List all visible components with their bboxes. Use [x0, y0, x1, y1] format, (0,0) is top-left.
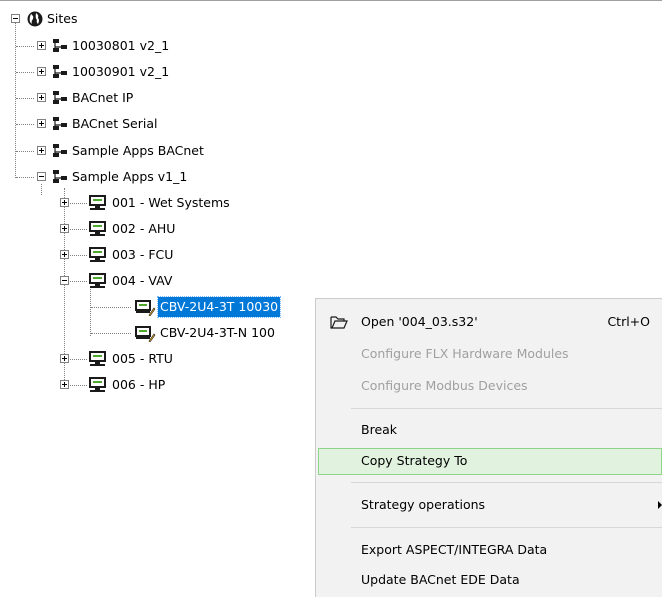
tree-connector — [91, 307, 131, 308]
controller-icon — [89, 247, 106, 262]
tree-connector — [16, 151, 34, 152]
submenu-arrow-icon — [658, 501, 662, 509]
strategy-edit-icon — [135, 326, 156, 342]
tree-node-strategy[interactable]: CBV-2U4-3T-N 100 — [0, 322, 320, 344]
tree-connector — [16, 177, 34, 178]
network-icon — [53, 39, 67, 52]
menu-separator — [351, 527, 662, 528]
tree-connector — [16, 72, 34, 73]
tree-node-label: CBV-2U4-3T-N 100 — [160, 325, 275, 340]
menu-item-label: Open '004_03.s32' — [361, 314, 478, 329]
tree-node-device[interactable]: 004 - VAV — [0, 270, 290, 292]
menu-item-label: Export ASPECT/INTEGRA Data — [361, 542, 548, 557]
controller-icon — [89, 273, 106, 288]
tree-node-device[interactable]: 003 - FCU — [0, 244, 290, 266]
menu-item-label: Configure Modbus Devices — [361, 378, 528, 393]
collapse-toggle[interactable] — [60, 276, 69, 285]
expand-toggle[interactable] — [60, 250, 69, 259]
tree-node-label: 10030901 v2_1 — [72, 64, 170, 79]
expand-toggle[interactable] — [60, 198, 69, 207]
tree-node-label: Sites — [47, 11, 78, 26]
controller-icon — [89, 195, 106, 210]
expand-toggle[interactable] — [37, 93, 46, 102]
tree-node-device[interactable]: 002 - AHU — [0, 218, 290, 240]
menu-item-strategy-operations[interactable]: Strategy operations — [318, 492, 662, 518]
collapse-toggle[interactable] — [37, 172, 46, 181]
tree-node-device[interactable]: 006 - HP — [0, 374, 290, 396]
tree-node-label: 003 - FCU — [112, 247, 174, 262]
tree-node-label: 005 - RTU — [112, 351, 173, 366]
network-icon — [53, 170, 67, 183]
tree-node-label: Sample Apps BACnet — [72, 143, 204, 158]
tree-connector — [16, 124, 34, 125]
controller-icon — [89, 221, 106, 236]
tree-node-label: BACnet IP — [72, 90, 134, 105]
expand-toggle[interactable] — [60, 224, 69, 233]
expand-toggle[interactable] — [37, 41, 46, 50]
tree-node-site[interactable]: BACnet IP — [0, 87, 230, 109]
tree-node-label: 001 - Wet Systems — [112, 195, 230, 210]
tree-connector — [16, 46, 34, 47]
expand-toggle[interactable] — [37, 67, 46, 76]
tree-node-label: 006 - HP — [112, 377, 166, 392]
tree-node-site[interactable]: 10030801 v2_1 — [0, 35, 230, 57]
network-icon — [53, 117, 67, 130]
expand-toggle[interactable] — [60, 354, 69, 363]
strategy-edit-icon — [135, 300, 156, 316]
tree-node-device[interactable]: 005 - RTU — [0, 348, 290, 370]
controller-icon — [89, 351, 106, 366]
expand-toggle[interactable] — [37, 119, 46, 128]
tree-node-label: 004 - VAV — [112, 273, 173, 288]
tree-node-label: 002 - AHU — [112, 221, 176, 236]
menu-item-configure-flx[interactable]: Configure FLX Hardware Modules — [318, 341, 662, 367]
menu-item-shortcut: Ctrl+O — [607, 314, 650, 329]
network-icon — [53, 65, 67, 78]
tree-node-site[interactable]: Sample Apps v1_1 — [0, 166, 260, 188]
tree-node-site[interactable]: 10030901 v2_1 — [0, 61, 230, 83]
menu-item-label: Strategy operations — [361, 497, 486, 512]
tree-node-device[interactable]: 001 - Wet Systems — [0, 192, 290, 214]
menu-item-label: Update BACnet EDE Data — [361, 572, 520, 587]
menu-item-update-bacnet[interactable]: Update BACnet EDE Data — [318, 567, 662, 593]
menu-item-label: Copy Strategy To — [361, 453, 468, 468]
open-folder-icon — [330, 316, 348, 329]
globe-icon — [27, 11, 43, 27]
tree-node-site[interactable]: BACnet Serial — [0, 113, 230, 135]
collapse-toggle[interactable] — [11, 14, 20, 23]
network-icon — [53, 91, 67, 104]
network-icon — [53, 144, 67, 157]
tree-node-label: 10030801 v2_1 — [72, 38, 170, 53]
tree-node-site[interactable]: Sample Apps BACnet — [0, 140, 260, 162]
tree-node-label: Sample Apps v1_1 — [72, 169, 188, 184]
controller-icon — [89, 377, 106, 392]
menu-separator — [351, 482, 662, 483]
menu-separator — [351, 408, 662, 409]
context-menu: Open '004_03.s32' Ctrl+O Configure FLX H… — [315, 298, 662, 597]
menu-item-configure-modbus[interactable]: Configure Modbus Devices — [318, 373, 662, 399]
menu-item-copy-strategy[interactable]: Copy Strategy To — [318, 448, 662, 475]
menu-item-label: Configure FLX Hardware Modules — [361, 346, 569, 361]
tree-node-label-selected: CBV-2U4-3T 10030 — [156, 296, 282, 318]
tree-connector — [16, 98, 34, 99]
tree-connector — [91, 333, 131, 334]
expand-toggle[interactable] — [60, 380, 69, 389]
menu-item-break[interactable]: Break — [318, 417, 662, 443]
tree-node-label: BACnet Serial — [72, 116, 158, 131]
menu-item-open[interactable]: Open '004_03.s32' Ctrl+O — [318, 309, 662, 335]
expand-toggle[interactable] — [37, 146, 46, 155]
menu-item-label: Break — [361, 422, 398, 437]
tree-node-sites[interactable]: Sites — [0, 8, 200, 30]
menu-item-export-aspect[interactable]: Export ASPECT/INTEGRA Data — [318, 537, 662, 563]
tree-node-strategy[interactable]: CBV-2U4-3T 10030 — [0, 296, 320, 318]
